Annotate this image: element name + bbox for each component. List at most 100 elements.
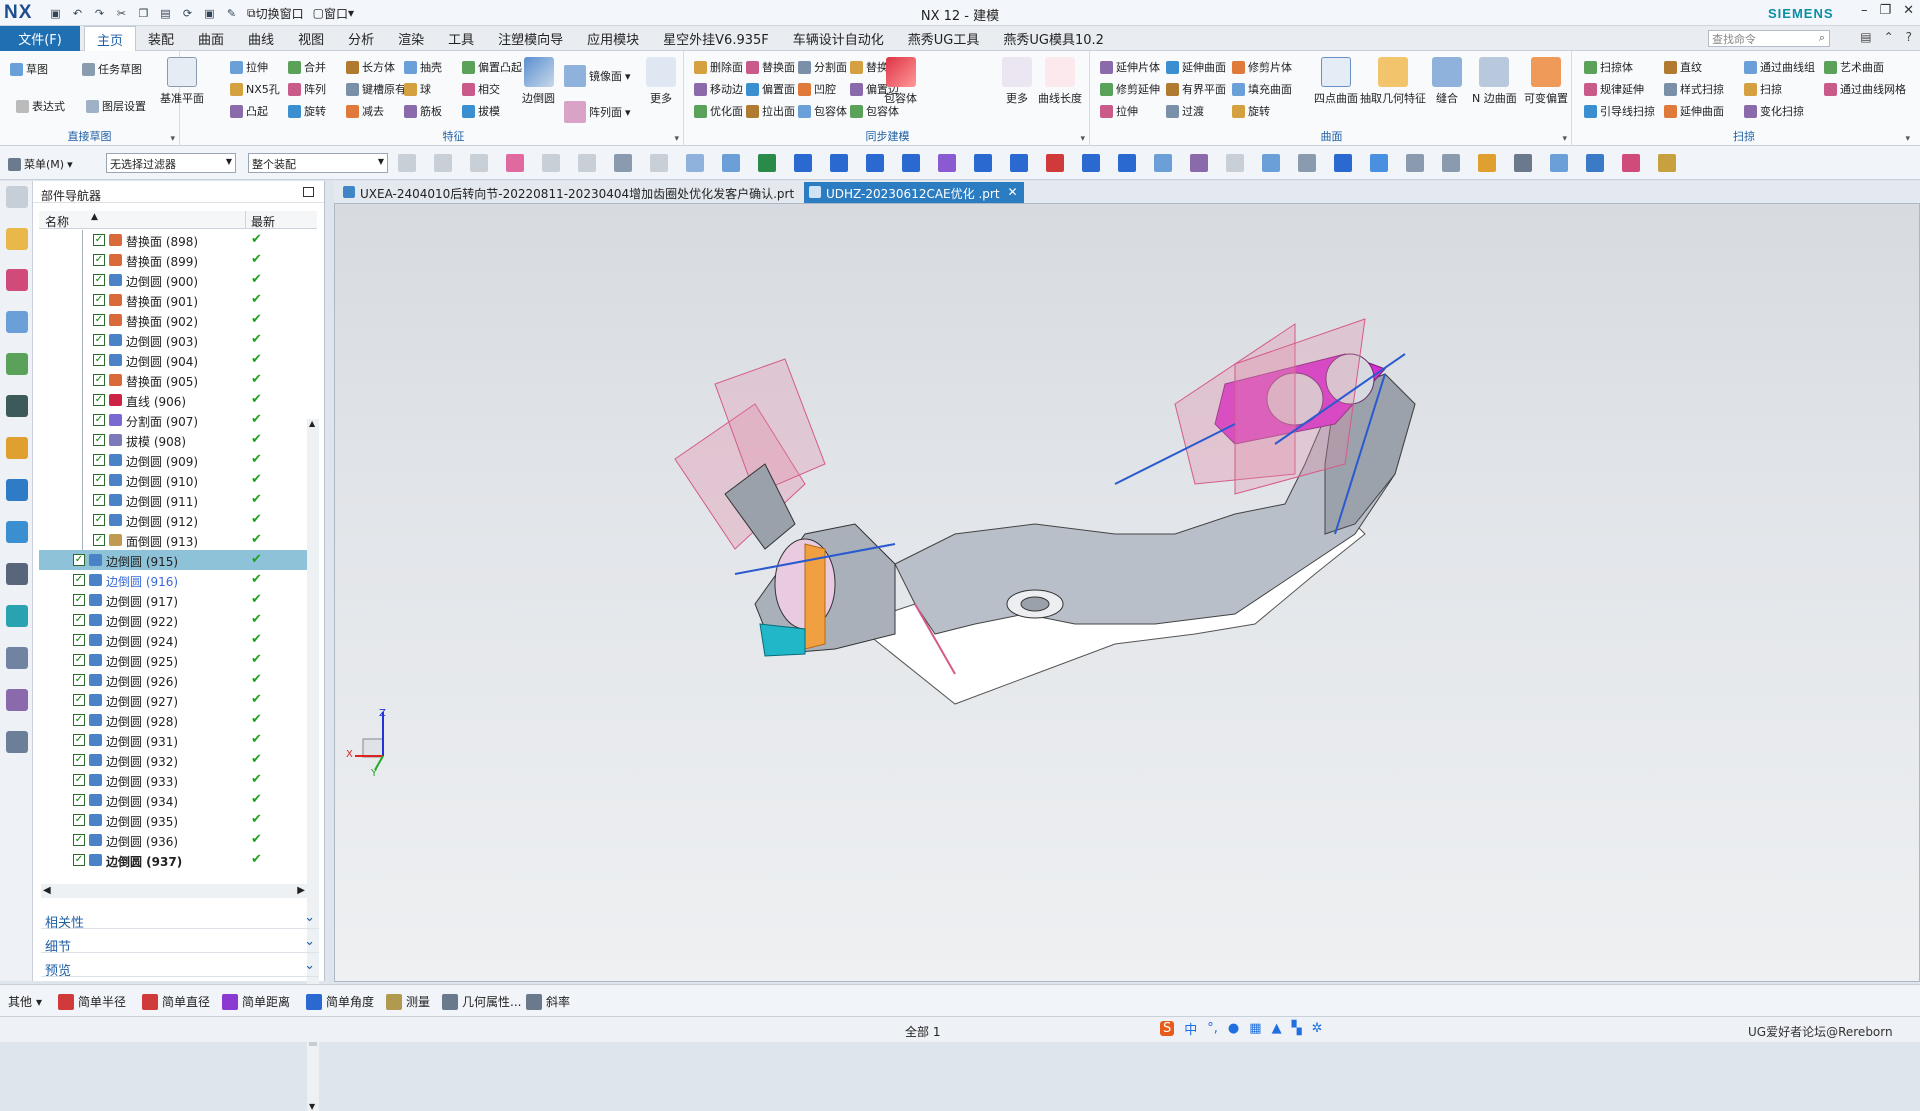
tree-horizontal-scrollbar[interactable]: ◀ ▶	[41, 884, 307, 898]
ribbon-cmd-3-1[interactable]: 修剪延伸	[1100, 81, 1160, 97]
tree-row[interactable]: ✓ 边倒圆 (926) ✔	[39, 670, 309, 690]
ribbon-cmd-2-1[interactable]: 移动边	[694, 81, 743, 97]
document-tab-2[interactable]: UDHZ-20230612CAE优化 .prt ✕	[804, 182, 1024, 203]
tree-row[interactable]: ✓ 边倒圆 (927) ✔	[39, 690, 309, 710]
group-expand-icon[interactable]: ▾	[170, 134, 175, 144]
maximize-panel-icon[interactable]	[303, 187, 314, 197]
analysis-tool-5[interactable]: 几何属性...	[442, 993, 521, 1010]
ribbon-cmd-4-5[interactable]: 延伸曲面	[1664, 103, 1724, 119]
toolbar-tool-icon[interactable]	[1298, 154, 1316, 172]
ribbon-tab-2[interactable]: 曲面	[186, 26, 236, 51]
tree-row[interactable]: ✓ 替换面 (901) ✔	[39, 290, 309, 310]
toolbar-tool-icon[interactable]	[1118, 154, 1136, 172]
toolbar-tool-icon[interactable]	[1226, 154, 1244, 172]
tree-row[interactable]: ✓ 直线 (906) ✔	[39, 390, 309, 410]
toolbar-tool-icon[interactable]	[1370, 154, 1388, 172]
ribbon-cmd-1-5[interactable]: 旋转	[288, 103, 326, 119]
scroll-left-icon[interactable]: ◀	[43, 885, 51, 896]
toolbar-tool-icon[interactable]	[902, 154, 920, 172]
tree-row[interactable]: ✓ 替换面 (899) ✔	[39, 250, 309, 270]
roles-icon[interactable]	[6, 689, 28, 711]
tree-row[interactable]: ✓ 边倒圆 (904) ✔	[39, 350, 309, 370]
toolbar-tool-icon[interactable]	[722, 154, 740, 172]
visibility-checkbox[interactable]: ✓	[93, 474, 105, 486]
visibility-checkbox[interactable]: ✓	[93, 414, 105, 426]
ribbon-cmd-4-10[interactable]: 通过曲线网格	[1824, 81, 1906, 97]
switch-window-button[interactable]: ⧉ 切换窗口	[244, 4, 307, 22]
part-navigator-icon[interactable]	[6, 311, 28, 333]
ribbon-tab-6[interactable]: 渲染	[386, 26, 436, 51]
keyboard-icon[interactable]: ▦	[1249, 1021, 1261, 1036]
tree-row[interactable]: ✓ 边倒圆 (933) ✔	[39, 770, 309, 790]
toolbar-tool-icon[interactable]	[578, 154, 596, 172]
n-sided-surface-button[interactable]: N 边曲面	[1472, 57, 1517, 106]
ribbon-cmd-4-2[interactable]: 引导线扫掠	[1584, 103, 1655, 119]
ribbon-cmd-3-4[interactable]: 有界平面	[1166, 81, 1226, 97]
ribbon-cmd-3-2[interactable]: 拉伸	[1100, 103, 1138, 119]
cut-icon[interactable]: ✂	[112, 4, 131, 22]
group-expand-icon[interactable]: ▾	[1562, 134, 1567, 144]
visibility-checkbox[interactable]: ✓	[73, 614, 85, 626]
ribbon-tab-13[interactable]: 燕秀UG模具10.2	[991, 26, 1116, 51]
ribbon-cmd-1-14[interactable]: 拔模	[462, 103, 500, 119]
column-latest[interactable]: 最新	[251, 213, 275, 230]
ribbon-cmd-1-3[interactable]: 合并	[288, 59, 326, 75]
toolbar-tool-icon[interactable]	[938, 154, 956, 172]
toolbar-tool-icon[interactable]	[1586, 154, 1604, 172]
visibility-checkbox[interactable]: ✓	[73, 574, 85, 586]
ribbon-cmd-3-7[interactable]: 填充曲面	[1232, 81, 1292, 97]
ribbon-cmd-3-6[interactable]: 修剪片体	[1232, 59, 1292, 75]
datum-plane-button[interactable]: 基准平面	[160, 57, 204, 106]
visibility-checkbox[interactable]: ✓	[73, 554, 85, 566]
paste-icon[interactable]: ▤	[156, 4, 175, 22]
visibility-checkbox[interactable]: ✓	[93, 494, 105, 506]
ribbon-tab-11[interactable]: 车辆设计自动化	[781, 26, 896, 51]
ribbon-tab-4[interactable]: 视图	[286, 26, 336, 51]
ribbon-tab-12[interactable]: 燕秀UG工具	[896, 26, 992, 51]
ribbon-cmd-1-7[interactable]: 键槽原有	[346, 81, 406, 97]
command-search-input[interactable]: 查找命令 ⌕	[1708, 30, 1830, 47]
ribbon-cmd-1-13[interactable]: 相交	[462, 81, 500, 97]
reuse-library-icon[interactable]	[6, 353, 28, 375]
tree-row[interactable]: ✓ 边倒圆 (910) ✔	[39, 470, 309, 490]
toolbar-tool-icon[interactable]	[1550, 154, 1568, 172]
toolbar-tool-icon[interactable]	[434, 154, 452, 172]
layer-settings-button[interactable]: 图层设置	[86, 98, 146, 114]
selection-filter-dropdown[interactable]: 无选择过滤器 ▼	[106, 153, 236, 173]
ribbon-cmd-3-5[interactable]: 过渡	[1166, 103, 1204, 119]
tree-row[interactable]: ✓ 边倒圆 (915) ✔	[39, 550, 309, 570]
ribbon-cmd-2-7[interactable]: 凹腔	[798, 81, 836, 97]
tree-row[interactable]: ✓ 替换面 (905) ✔	[39, 370, 309, 390]
ribbon-cmd-2-8[interactable]: 包容体	[798, 103, 847, 119]
visibility-checkbox[interactable]: ✓	[73, 834, 85, 846]
toolbar-tool-icon[interactable]	[866, 154, 884, 172]
visibility-checkbox[interactable]: ✓	[73, 794, 85, 806]
close-tab-icon[interactable]: ✕	[1007, 185, 1017, 199]
four-point-surface-button[interactable]: 四点曲面	[1314, 57, 1358, 106]
ribbon-options-icon[interactable]: ▤	[1860, 30, 1871, 44]
redo-icon[interactable]: ↷	[90, 4, 109, 22]
tree-row[interactable]: ✓ 边倒圆 (932) ✔	[39, 750, 309, 770]
ribbon-cmd-4-7[interactable]: 扫掠	[1744, 81, 1782, 97]
tree-row[interactable]: ✓ 边倒圆 (916) ✔	[39, 570, 309, 590]
ribbon-cmd-2-5[interactable]: 拉出面	[746, 103, 795, 119]
mirror-face-button[interactable]: 镜像面 ▾	[564, 65, 631, 87]
analysis-tool-3[interactable]: 简单角度	[306, 993, 374, 1010]
toolbar-tool-icon[interactable]	[830, 154, 848, 172]
settings-gear-icon[interactable]	[6, 186, 28, 208]
system-materials-icon[interactable]	[6, 605, 28, 627]
visibility-checkbox[interactable]: ✓	[73, 854, 85, 866]
toolbar-tool-icon[interactable]	[1190, 154, 1208, 172]
visibility-checkbox[interactable]: ✓	[93, 374, 105, 386]
visibility-checkbox[interactable]: ✓	[93, 234, 105, 246]
save-all-icon[interactable]: ▣	[200, 4, 219, 22]
tree-row[interactable]: ✓ 边倒圆 (911) ✔	[39, 490, 309, 510]
section-details[interactable]: 细节 ⌄	[41, 931, 319, 955]
tree-row[interactable]: ✓ 面倒圆 (913) ✔	[39, 530, 309, 550]
close-icon[interactable]: ✕	[1903, 3, 1914, 18]
ribbon-cmd-4-6[interactable]: 通过曲线组	[1744, 59, 1815, 75]
tree-row[interactable]: ✓ 拔模 (908) ✔	[39, 430, 309, 450]
ribbon-tab-10[interactable]: 星空外挂V6.935F	[651, 26, 781, 51]
tree-row[interactable]: ✓ 边倒圆 (928) ✔	[39, 710, 309, 730]
analysis-tool-1[interactable]: 简单直径	[142, 993, 210, 1010]
